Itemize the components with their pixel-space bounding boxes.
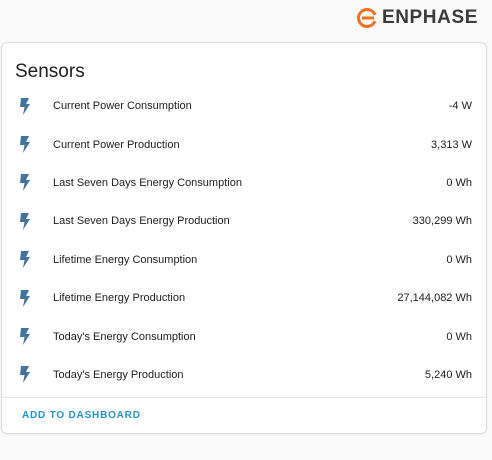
sensor-value: 27,144,082 Wh: [397, 292, 472, 305]
flash-icon: [18, 328, 32, 346]
sensor-name: Today's Energy Production: [53, 368, 184, 381]
flash-icon: [18, 289, 32, 307]
sensor-value: 0 Wh: [446, 330, 472, 343]
sensors-card: Sensors Current Power Consumption -4 W C…: [1, 42, 487, 434]
flash-icon: [18, 136, 32, 154]
sensor-value: -4 W: [448, 100, 472, 113]
sensor-value: 3,313 W: [431, 138, 472, 151]
sensor-value: 0 Wh: [446, 253, 472, 266]
flash-icon: [18, 212, 32, 230]
sensor-name: Current Power Consumption: [53, 100, 192, 113]
sensor-name: Current Power Production: [53, 138, 180, 151]
sensor-row[interactable]: Last Seven Days Energy Production 330,29…: [2, 202, 486, 240]
sensor-row[interactable]: Lifetime Energy Consumption 0 Wh: [2, 241, 486, 279]
flash-icon: [18, 174, 32, 192]
sensor-name: Today's Energy Consumption: [53, 330, 196, 343]
sensor-row[interactable]: Current Power Consumption -4 W: [2, 87, 486, 125]
sensor-name: Last Seven Days Energy Production: [53, 215, 230, 228]
sensor-list: Current Power Consumption -4 W Current P…: [2, 87, 486, 394]
flash-icon: [18, 97, 32, 115]
sensor-value: 5,240 Wh: [424, 368, 472, 381]
sensor-name: Last Seven Days Energy Consumption: [53, 176, 242, 189]
flash-icon: [18, 251, 32, 269]
sensor-row[interactable]: Today's Energy Production 5,240 Wh: [2, 356, 486, 394]
sensor-value: 330,299 Wh: [412, 215, 472, 228]
sensor-value: 0 Wh: [446, 176, 472, 189]
sensor-name: Lifetime Energy Production: [53, 292, 186, 305]
sensor-name: Lifetime Energy Consumption: [53, 253, 198, 266]
card-actions-divider: [2, 397, 486, 398]
sensor-row[interactable]: Last Seven Days Energy Consumption 0 Wh: [2, 164, 486, 202]
enphase-logo: ENPHASE: [356, 6, 478, 30]
sensor-row[interactable]: Lifetime Energy Production 27,144,082 Wh: [2, 279, 486, 317]
sensor-row[interactable]: Current Power Production 3,313 W: [2, 125, 486, 163]
brand-name: ENPHASE: [381, 7, 478, 28]
enphase-logo-icon: [356, 8, 377, 28]
flash-icon: [18, 366, 32, 384]
sensor-row[interactable]: Today's Energy Consumption 0 Wh: [2, 317, 486, 355]
add-to-dashboard-button[interactable]: ADD TO DASHBOARD: [22, 410, 141, 421]
card-title: Sensors: [15, 61, 85, 82]
